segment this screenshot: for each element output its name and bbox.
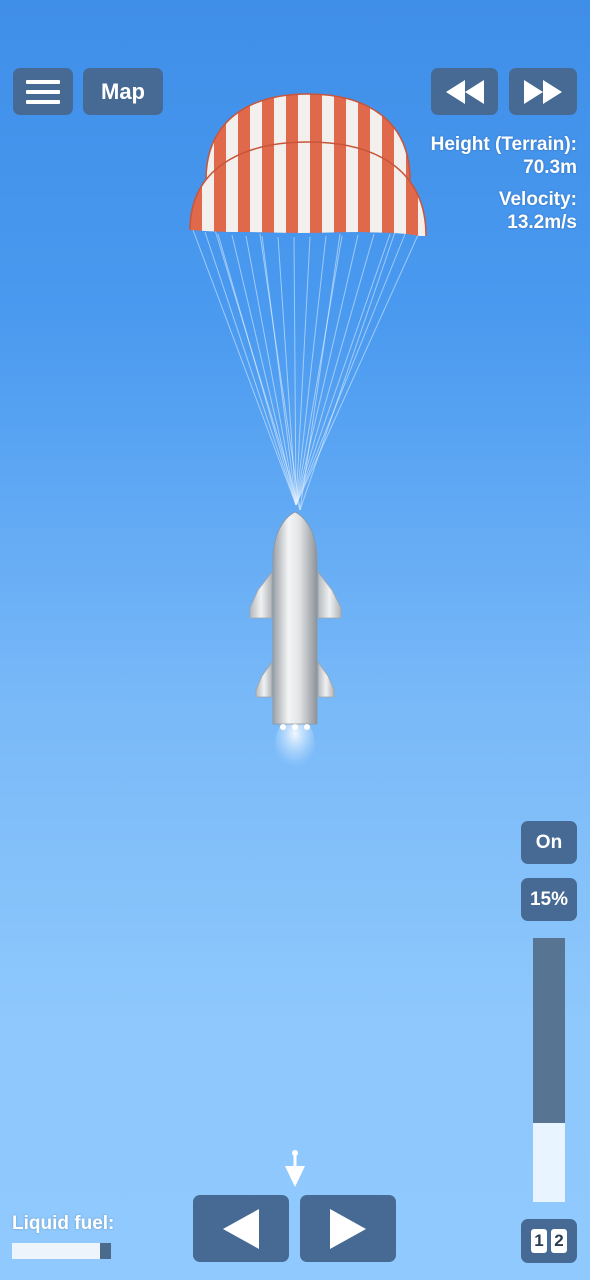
rocket [249,511,342,730]
throttle-percent-button[interactable]: 15% [521,878,577,921]
throttle-fill [533,1122,565,1202]
menu-button[interactable] [13,68,73,115]
left-arrow-icon [223,1208,259,1249]
right-arrow-icon [330,1208,366,1249]
rewind-button[interactable] [431,68,498,115]
rewind-icon [445,79,484,104]
velocity-label: Velocity: [498,189,577,210]
height-value: 70.3m [523,157,577,178]
liquid-fuel-label: Liquid fuel: [12,1213,115,1234]
map-button[interactable]: Map [83,68,163,115]
stage-number-1: 1 [531,1229,547,1253]
stage-button[interactable]: 1 2 [521,1219,577,1263]
liquid-fuel-gauge [12,1243,111,1259]
velocity-value: 13.2m/s [507,212,577,233]
heading-marker-icon [285,1150,305,1187]
height-label: Height (Terrain): [430,134,577,155]
engine-toggle-button[interactable]: On [521,821,577,864]
fast-forward-icon [524,79,562,104]
velocity-readout: Velocity: 13.2m/s [499,188,577,234]
hamburger-icon [26,79,60,104]
stage-number-2: 2 [551,1229,567,1253]
liquid-fuel-fill [12,1243,101,1259]
throttle-slider[interactable] [533,938,565,1202]
fast-forward-button[interactable] [509,68,577,115]
height-readout: Height (Terrain): 70.3m [431,133,577,179]
parachute-lines [192,229,419,511]
rotate-left-button[interactable] [193,1195,289,1262]
rotate-right-button[interactable] [300,1195,396,1262]
